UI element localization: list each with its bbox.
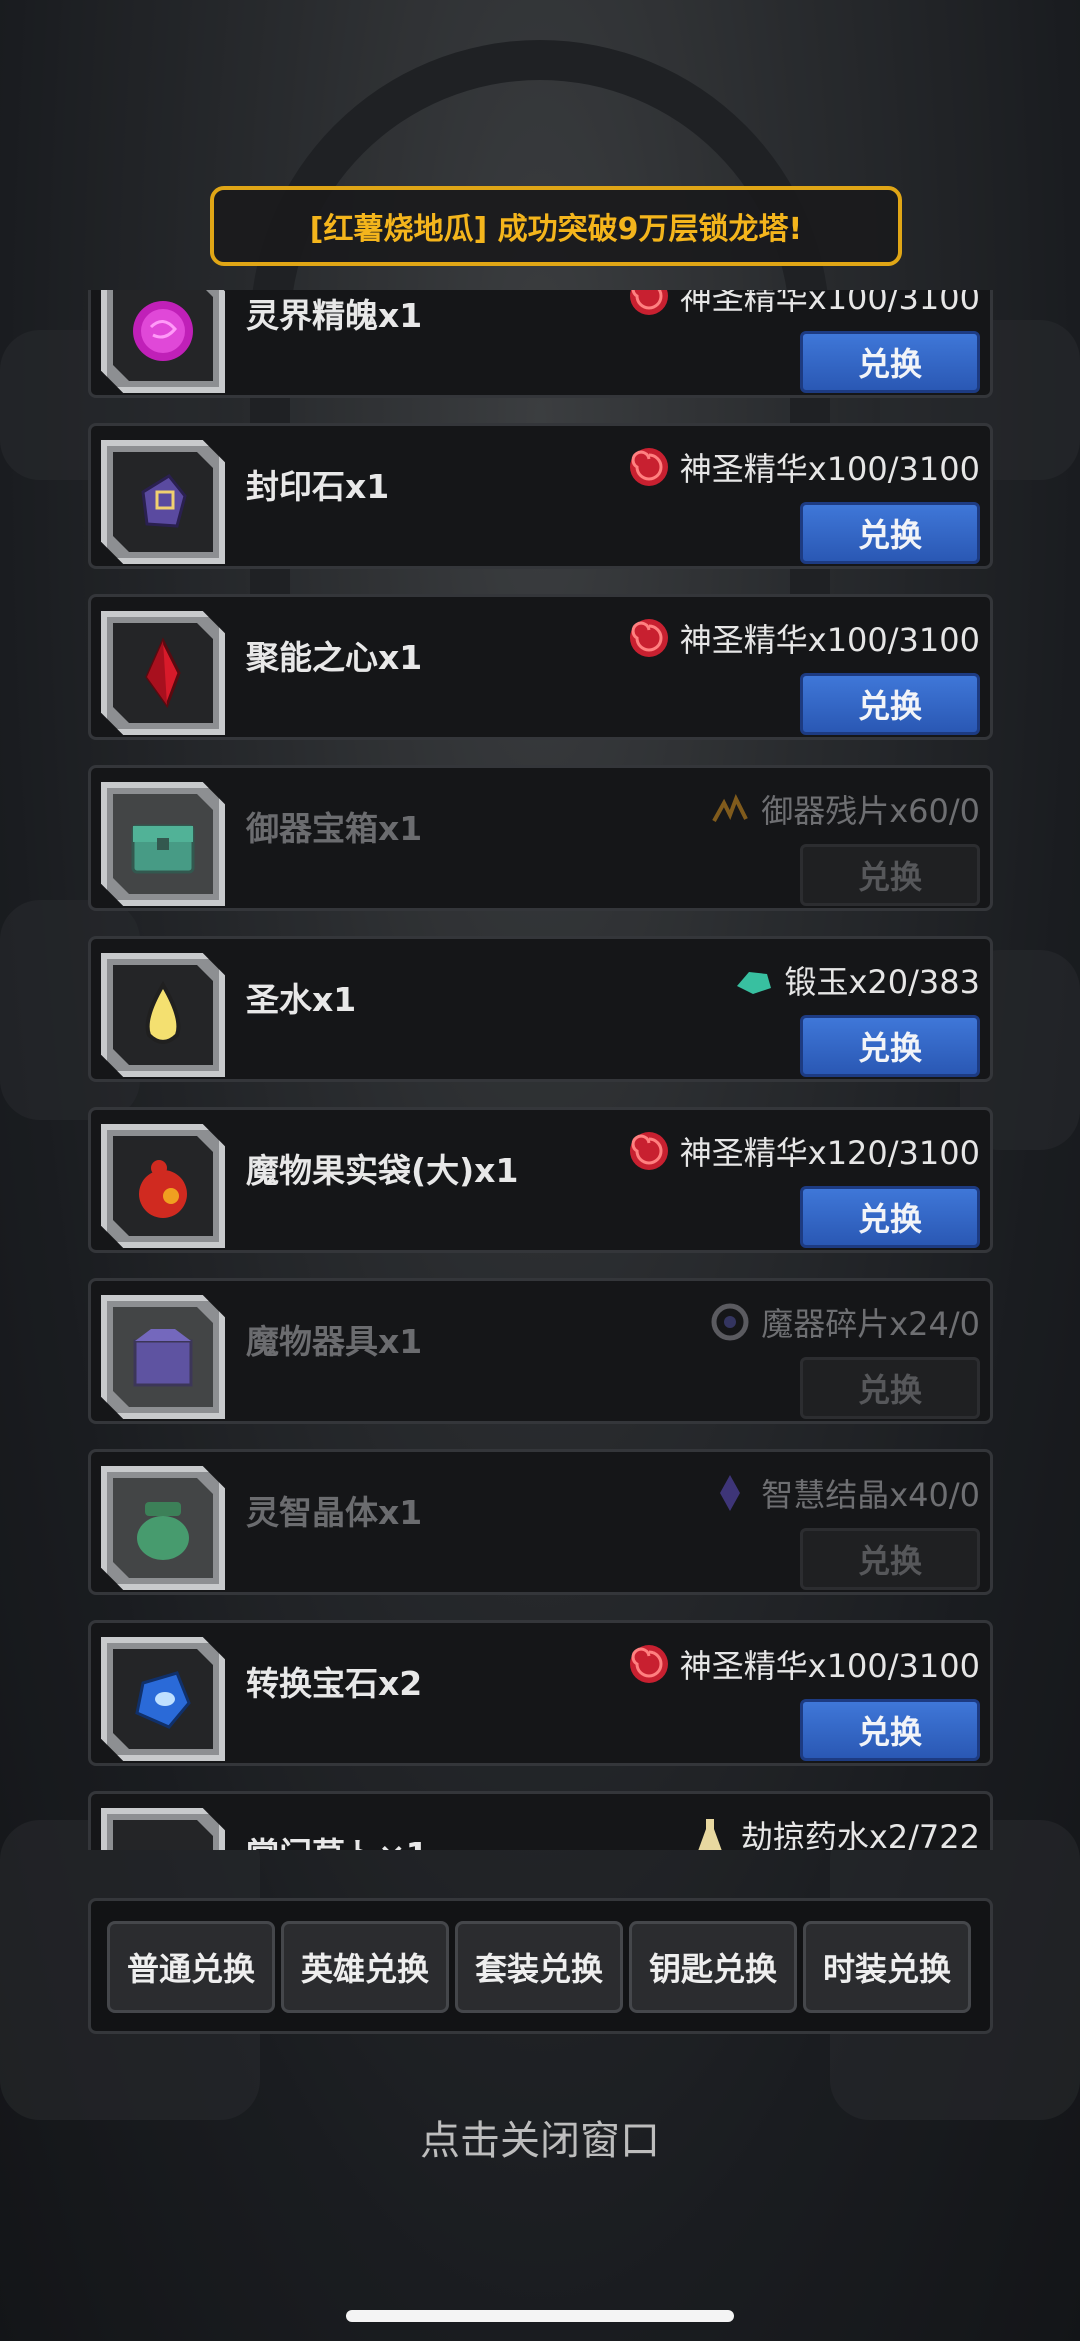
item-name: 魔物果实袋(大)x1 <box>246 1151 519 1190</box>
cost-text: 神圣精华x120/3100 <box>679 1134 980 1172</box>
wisdom-crystal-icon <box>707 1470 753 1516</box>
item-cost: 神圣精华x120/3100 <box>626 1128 980 1174</box>
exchange-row: 转换宝石x2 神圣精华x100/3100 兑换 <box>88 1620 993 1766</box>
home-indicator[interactable] <box>346 2310 734 2322</box>
holy-essence-icon <box>626 1641 672 1687</box>
item-name: 魔物器具x1 <box>246 1322 423 1361</box>
herb-icon <box>113 1820 213 1850</box>
spirit-crystal-icon <box>113 1478 213 1578</box>
item-name: 圣水x1 <box>246 980 357 1019</box>
cost-text: 神圣精华x100/3100 <box>679 621 980 659</box>
item-name: 灵界精魄x1 <box>246 296 423 335</box>
item-name: 掌门草ト×1 <box>246 1828 429 1850</box>
cost-text: 神圣精华x100/3100 <box>679 290 980 317</box>
item-frame <box>101 1124 225 1248</box>
exchange-button[interactable]: 兑换 <box>800 331 980 393</box>
forge-jade-icon <box>730 957 776 1003</box>
cost-text: 魔器碎片x24/0 <box>761 1305 980 1343</box>
red-crystal-icon <box>113 623 213 723</box>
item-frame <box>101 782 225 906</box>
exchange-row: 灵界精魄x1 神圣精华x100/3100 兑换 <box>88 290 993 398</box>
item-cost: 神圣精华x100/3100 <box>626 1641 980 1687</box>
tab-hero-exchange[interactable]: 英雄兑换 <box>281 1921 449 2013</box>
exchange-screen: [红薯烧地瓜] 成功突破9万层锁龙塔! 灵界精魄x1 神圣精华x100/3100 兑… <box>0 0 1080 2341</box>
demon-box-icon <box>113 1307 213 1407</box>
green-chest-icon <box>113 794 213 894</box>
exchange-button: 兑换 <box>800 844 980 906</box>
exchange-button[interactable]: 兑换 <box>800 1699 980 1761</box>
exchange-tabs: 普通兑换 英雄兑换 套装兑换 钥匙兑换 时装兑换 <box>88 1898 993 2034</box>
cost-text: 锻玉x20/383 <box>784 963 980 1001</box>
cost-text: 御器残片x60/0 <box>761 792 980 830</box>
tab-key-exchange[interactable]: 钥匙兑换 <box>629 1921 797 2013</box>
holy-water-icon <box>113 965 213 1065</box>
tab-set-exchange[interactable]: 套装兑换 <box>455 1921 623 2013</box>
exchange-row: 掌门草ト×1劫掠药水x2/722兑换 <box>88 1791 993 1850</box>
item-frame <box>101 440 225 564</box>
item-name: 转换宝石x2 <box>246 1664 423 1703</box>
exchange-button[interactable]: 兑换 <box>800 502 980 564</box>
exchange-button: 兑换 <box>800 1357 980 1419</box>
close-window-hint[interactable]: 点击关闭窗口 <box>0 2108 1080 2166</box>
item-frame <box>101 1808 225 1850</box>
purple-orb-icon <box>113 290 213 381</box>
item-cost: 锻玉x20/383 <box>730 957 980 1003</box>
blue-gem-icon <box>113 1649 213 1749</box>
item-frame <box>101 1637 225 1761</box>
item-cost: 智慧结晶x40/0 <box>707 1470 980 1516</box>
broadcast-text: [红薯烧地瓜] 成功突破9万层锁龙塔! <box>309 212 803 247</box>
exchange-list[interactable]: 灵界精魄x1 神圣精华x100/3100 兑换 封印石x1 神圣精华x100/3100 兑… <box>88 290 993 1850</box>
item-name: 灵智晶体x1 <box>246 1493 423 1532</box>
exchange-row: 封印石x1 神圣精华x100/3100 兑换 <box>88 423 993 569</box>
item-frame <box>101 1466 225 1590</box>
item-frame <box>101 290 225 393</box>
holy-essence-icon <box>626 444 672 490</box>
holy-essence-icon <box>626 290 672 319</box>
exchange-row: 圣水x1 锻玉x20/383 兑换 <box>88 936 993 1082</box>
item-cost: 劫掠药水x2/722 <box>687 1812 980 1850</box>
exchange-button: 兑换 <box>800 1528 980 1590</box>
item-frame <box>101 1295 225 1419</box>
exchange-row: 魔物果实袋(大)x1 神圣精华x120/3100 兑换 <box>88 1107 993 1253</box>
item-name: 聚能之心x1 <box>246 638 423 677</box>
item-cost: 御器残片x60/0 <box>707 786 980 832</box>
exchange-row: 聚能之心x1 神圣精华x100/3100 兑换 <box>88 594 993 740</box>
weapon-fragment-icon <box>707 786 753 832</box>
tab-costume-exchange[interactable]: 时装兑换 <box>803 1921 971 2013</box>
broadcast-banner: [红薯烧地瓜] 成功突破9万层锁龙塔! <box>210 186 902 266</box>
exchange-row: 灵智晶体x1 智慧结晶x40/0 兑换 <box>88 1449 993 1595</box>
item-frame <box>101 611 225 735</box>
cost-text: 神圣精华x100/3100 <box>679 450 980 488</box>
exchange-button[interactable]: 兑换 <box>800 673 980 735</box>
item-cost: 魔器碎片x24/0 <box>707 1299 980 1345</box>
fruit-bag-icon <box>113 1136 213 1236</box>
potion-icon <box>687 1812 733 1850</box>
cost-text: 智慧结晶x40/0 <box>761 1476 980 1514</box>
cost-text: 劫掠药水x2/722 <box>740 1818 980 1850</box>
item-frame <box>101 953 225 1077</box>
holy-essence-icon <box>626 615 672 661</box>
exchange-row: 御器宝箱x1 御器残片x60/0 兑换 <box>88 765 993 911</box>
demon-shard-icon <box>707 1299 753 1345</box>
holy-essence-icon <box>626 1128 672 1174</box>
item-name: 御器宝箱x1 <box>246 809 423 848</box>
cost-text: 神圣精华x100/3100 <box>679 1647 980 1685</box>
item-name: 封印石x1 <box>246 467 390 506</box>
item-cost: 神圣精华x100/3100 <box>626 615 980 661</box>
tab-normal-exchange[interactable]: 普通兑换 <box>107 1921 275 2013</box>
exchange-button[interactable]: 兑换 <box>800 1015 980 1077</box>
item-cost: 神圣精华x100/3100 <box>626 290 980 319</box>
item-cost: 神圣精华x100/3100 <box>626 444 980 490</box>
seal-stone-icon <box>113 452 213 552</box>
exchange-row: 魔物器具x1 魔器碎片x24/0 兑换 <box>88 1278 993 1424</box>
exchange-button[interactable]: 兑换 <box>800 1186 980 1248</box>
